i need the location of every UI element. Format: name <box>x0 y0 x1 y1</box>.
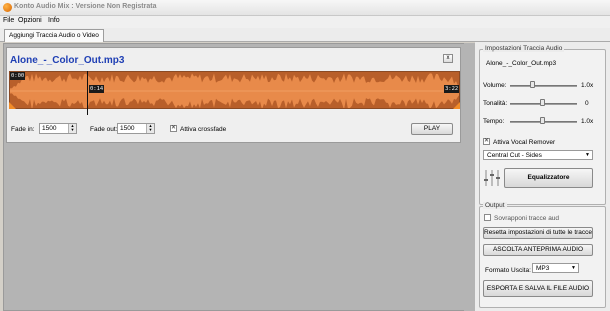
window-title: Konto Audio Mix : Versione Non Registrat… <box>14 3 157 10</box>
waveform[interactable] <box>9 71 460 109</box>
app-logo-icon <box>3 3 12 12</box>
chevron-down-icon: ▼ <box>571 265 576 271</box>
volume-value: 1.0x <box>581 82 594 89</box>
tab-strip: Aggiungi Traccia Audio o Video <box>0 28 610 42</box>
settings-track-name: Alone_-_Color_Out.mp3 <box>486 60 557 67</box>
menu-bar: File Opzioni Info <box>0 16 610 28</box>
output-title: Output <box>483 202 507 209</box>
fade-out-label: Fade out: <box>90 126 118 133</box>
overlap-checkbox[interactable] <box>484 214 491 221</box>
time-start-label: 0:00 <box>10 72 26 80</box>
crossfade-label: Attiva crossfade <box>180 126 227 133</box>
export-button[interactable]: ESPORTA E SALVA IL FILE AUDIO <box>483 280 593 297</box>
volume-slider[interactable] <box>510 85 577 87</box>
fade-in-field[interactable]: 1500 ▲ ▼ <box>39 123 77 134</box>
chevron-down-icon: ▼ <box>585 152 590 158</box>
format-select[interactable]: MP3 ▼ <box>532 263 579 273</box>
tempo-thumb[interactable] <box>540 117 545 124</box>
format-value: MP3 <box>536 265 550 272</box>
menu-info[interactable]: Info <box>48 17 60 24</box>
track-panel: Alone_-_Color_Out.mp3 x 0:00 0:14 3:22 F… <box>6 47 461 143</box>
volume-thumb[interactable] <box>530 81 535 88</box>
volume-label: Volume: <box>483 82 507 89</box>
menu-file[interactable]: File <box>3 17 14 24</box>
tonality-value: 0 <box>585 100 589 107</box>
waveform-graphic <box>10 73 459 108</box>
fade-out-field[interactable]: 1500 ▲ ▼ <box>117 123 155 134</box>
overlap-label: Sovrapponi tracce aud <box>494 215 560 222</box>
close-icon: x <box>446 55 450 61</box>
tab-add-track[interactable]: Aggiungi Traccia Audio o Video <box>4 29 104 42</box>
track-settings-title: Impostazioni Traccia Audio <box>483 45 565 52</box>
tempo-label: Tempo: <box>483 118 505 125</box>
fade-in-handle[interactable] <box>9 102 16 109</box>
track-filename: Alone_-_Color_Out.mp3 <box>10 55 125 66</box>
checkmark-icon: ✕ <box>171 125 177 131</box>
menu-opzioni[interactable]: Opzioni <box>18 17 42 24</box>
time-cursor-label: 0:14 <box>89 85 105 93</box>
tempo-value: 1.0x <box>581 118 594 125</box>
time-end-label: 3:22 <box>444 85 460 93</box>
preview-audio-button[interactable]: ASCOLTA ANTEPRIMA AUDIO <box>483 244 593 256</box>
vocal-mode-select[interactable]: Central Cut - Sides ▼ <box>483 150 593 160</box>
settings-pane: Impostazioni Traccia Audio Alone_-_Color… <box>475 42 610 311</box>
spin-arrows-icon[interactable]: ▲ ▼ <box>68 124 76 133</box>
fade-in-label: Fade in: <box>11 126 35 133</box>
format-label: Formato Uscita: <box>485 267 531 274</box>
fade-out-value: 1500 <box>120 125 135 132</box>
spin-arrows-icon[interactable]: ▲ ▼ <box>146 124 154 133</box>
fade-in-value: 1500 <box>42 125 57 132</box>
workarea-scrollbar[interactable] <box>464 43 475 311</box>
crossfade-checkbox[interactable]: ✕ <box>170 125 177 132</box>
tonality-thumb[interactable] <box>540 99 545 106</box>
equalizer-button[interactable]: Equalizzatore <box>504 168 593 188</box>
playback-cursor[interactable] <box>87 71 88 115</box>
equalizer-sliders-icon <box>484 170 500 186</box>
vocal-remover-checkbox[interactable]: ✕ <box>483 138 490 145</box>
tonality-label: Tonalità: <box>483 100 508 107</box>
track-close-button[interactable]: x <box>443 54 453 63</box>
vocal-remover-label: Attiva Vocal Remover <box>493 139 556 146</box>
fade-out-handle[interactable] <box>453 102 460 109</box>
vocal-mode-value: Central Cut - Sides <box>487 152 542 159</box>
reset-all-button[interactable]: Resetta impostazioni di tutte le tracce <box>483 227 593 239</box>
title-bar: Konto Audio Mix : Versione Non Registrat… <box>0 0 610 16</box>
play-button[interactable]: PLAY <box>411 123 453 135</box>
checkmark-icon: ✕ <box>484 138 490 144</box>
